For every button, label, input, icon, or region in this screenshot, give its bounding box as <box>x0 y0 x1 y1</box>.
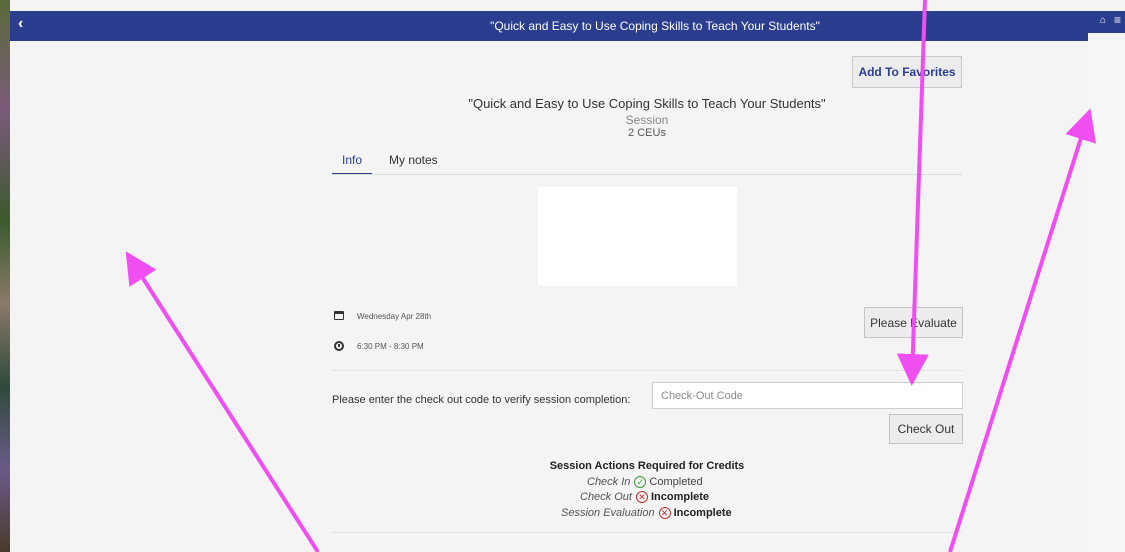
annotation-arrow <box>948 108 1097 552</box>
annotation-arrow <box>896 0 929 386</box>
annotation-arrows <box>125 0 1097 552</box>
annotation-arrow <box>125 251 320 552</box>
